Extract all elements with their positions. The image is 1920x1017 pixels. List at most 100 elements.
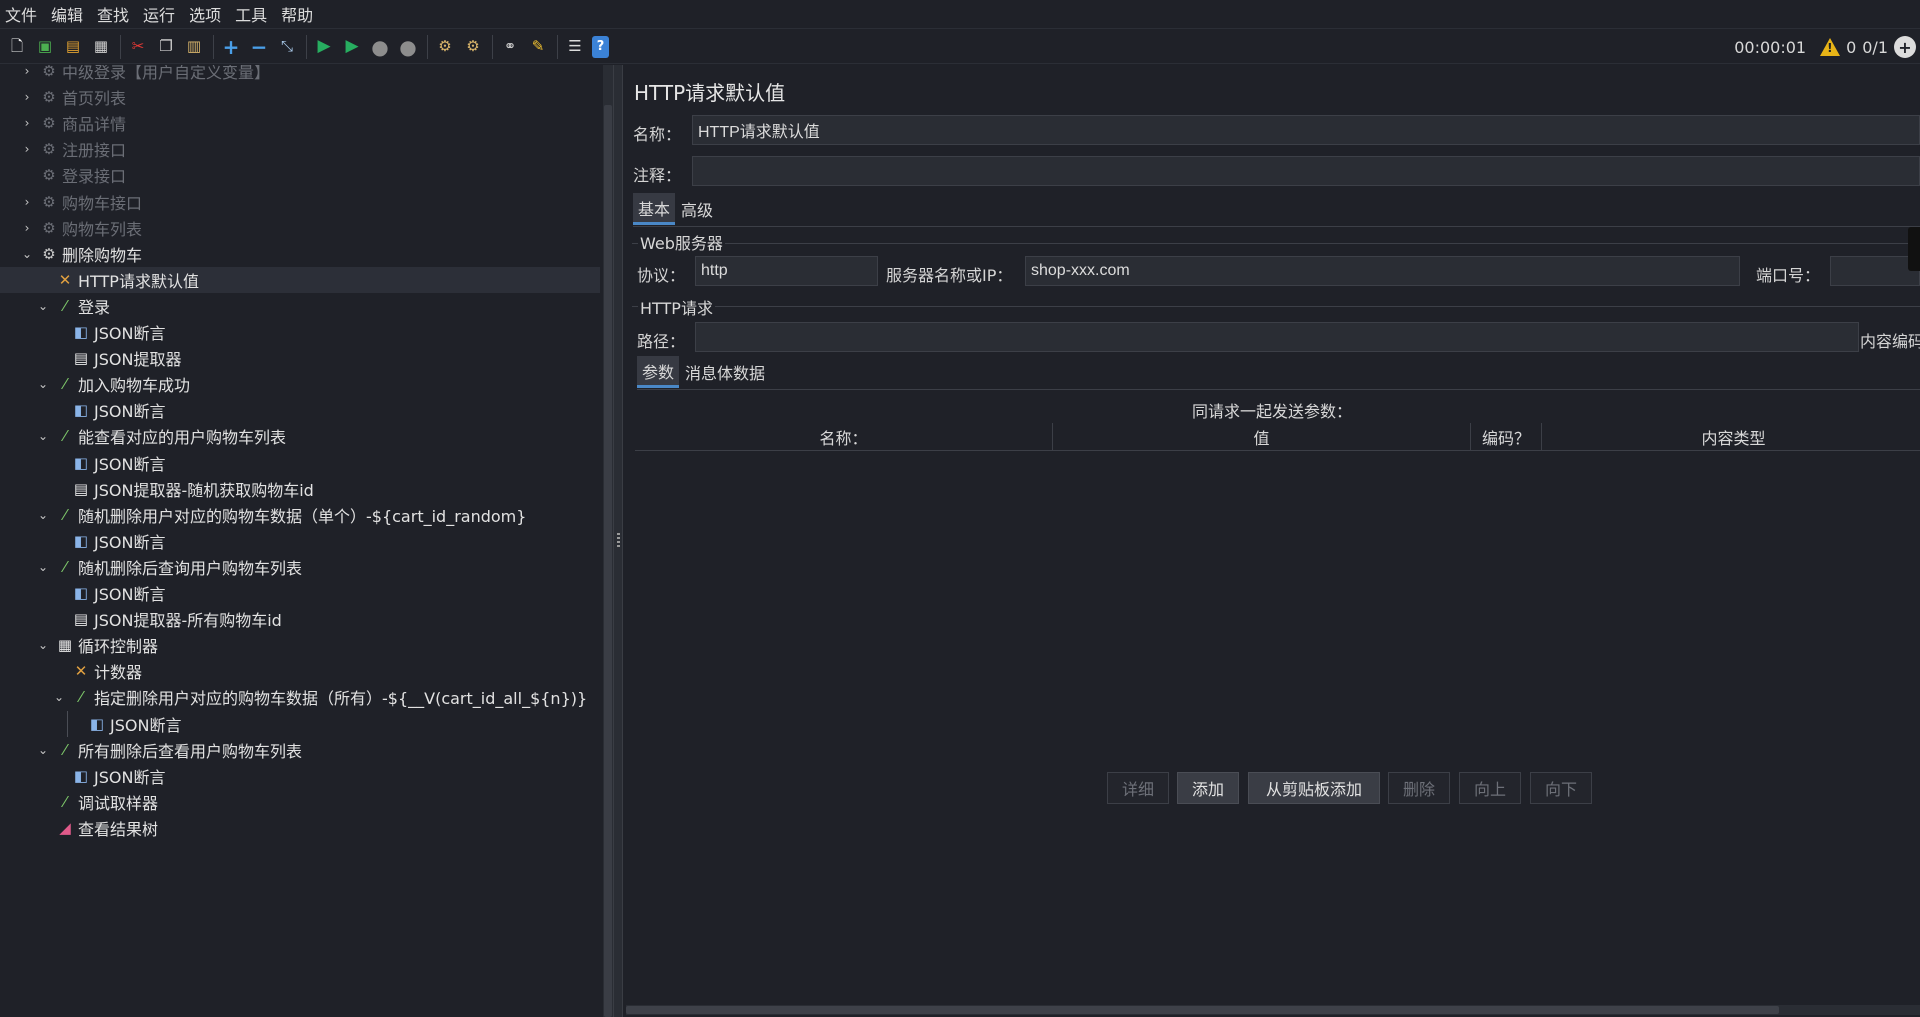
- tree-node[interactable]: ⌄ ⚙ 删除购物车: [0, 241, 600, 267]
- column-content-type[interactable]: 内容类型: [1542, 423, 1920, 451]
- tree-node[interactable]: ⌄ ▦ 循环控制器: [0, 632, 600, 658]
- tree-node[interactable]: ›◧JSON断言: [0, 763, 600, 789]
- shutdown-icon[interactable]: ●: [397, 36, 419, 58]
- chevron-down-icon[interactable]: ⌄: [36, 560, 50, 574]
- tree-node[interactable]: ›▤JSON提取器-所有购物车id: [0, 606, 600, 632]
- name-field[interactable]: HTTP请求默认值: [692, 115, 1920, 145]
- params-table-body[interactable]: [635, 452, 1920, 752]
- start-no-pause-icon[interactable]: ▶: [341, 36, 363, 58]
- chevron-right-icon[interactable]: ›: [20, 195, 34, 209]
- chevron-right-icon[interactable]: ›: [20, 221, 34, 235]
- tree-node[interactable]: ›◧JSON断言: [0, 580, 600, 606]
- chevron-right-icon[interactable]: ›: [20, 65, 34, 78]
- horizontal-scrollbar-thumb[interactable]: [626, 1006, 1779, 1014]
- tree-node[interactable]: ⌄ ⁄ 加入购物车成功: [0, 371, 600, 397]
- port-field[interactable]: [1830, 256, 1920, 286]
- chevron-right-icon[interactable]: ›: [20, 142, 34, 156]
- tree-node[interactable]: ›◢查看结果树: [0, 815, 600, 841]
- reset-search-icon[interactable]: ✎: [527, 36, 549, 58]
- column-encode[interactable]: 编码？: [1471, 423, 1542, 451]
- add-button[interactable]: 添加: [1177, 772, 1239, 804]
- menu-item-4[interactable]: 选项: [188, 2, 230, 26]
- tree-node[interactable]: ›✕HTTP请求默认值: [0, 266, 600, 293]
- warning-icon[interactable]: [1820, 38, 1841, 56]
- tree-node[interactable]: ⌄ ⁄ 指定删除用户对应的购物车数据（所有）-${__V(cart_id_all_$…: [0, 684, 600, 710]
- tree-node[interactable]: ›◧JSON断言: [0, 528, 600, 554]
- chevron-down-icon[interactable]: ⌄: [36, 377, 50, 391]
- protocol-field[interactable]: http: [695, 256, 878, 286]
- save-icon[interactable]: ▦: [90, 36, 112, 58]
- tree-node[interactable]: ›◧JSON断言: [0, 319, 600, 345]
- tree-node[interactable]: ⌄ ⁄ 所有删除后查看用户购物车列表: [0, 737, 600, 763]
- toggle-icon[interactable]: ⤡: [276, 36, 298, 58]
- new-icon[interactable]: 🗋: [6, 36, 28, 58]
- side-drawer-handle[interactable]: [1908, 227, 1920, 271]
- tab-basic[interactable]: 基本: [633, 193, 676, 225]
- clear-all-icon[interactable]: ⚙: [462, 36, 484, 58]
- detail-button[interactable]: 详细: [1107, 772, 1169, 804]
- menu-item-0[interactable]: 文件: [4, 2, 46, 26]
- chevron-down-icon[interactable]: ⌄: [36, 743, 50, 757]
- clear-icon[interactable]: ⚙: [434, 36, 456, 58]
- up-button[interactable]: 向上: [1459, 772, 1521, 804]
- search-icon[interactable]: ⚭: [499, 36, 521, 58]
- expand-icon[interactable]: +: [220, 36, 242, 58]
- cut-icon[interactable]: ✂: [127, 36, 149, 58]
- tab-advanced[interactable]: 高级: [676, 193, 718, 225]
- tree-node[interactable]: › ⚙ 首页列表: [0, 84, 600, 110]
- menu-item-1[interactable]: 编辑: [50, 2, 92, 26]
- tree-node[interactable]: › ⚙ 中级登录【用户自定义变量】: [0, 65, 600, 84]
- tree-node[interactable]: › ⚙ 注册接口: [0, 136, 600, 162]
- menu-item-3[interactable]: 运行: [142, 2, 184, 26]
- tree-node[interactable]: ⌄ ⁄ 随机删除后查询用户购物车列表: [0, 554, 600, 580]
- server-field[interactable]: shop-xxx.com: [1025, 256, 1740, 286]
- chevron-down-icon[interactable]: ⌄: [20, 247, 34, 261]
- tree-node[interactable]: › ⚙ 商品详情: [0, 110, 600, 136]
- function-helper-icon[interactable]: ☰: [564, 36, 586, 58]
- tab-parameters[interactable]: 参数: [637, 356, 680, 388]
- tree-node[interactable]: ›▤JSON提取器: [0, 345, 600, 371]
- horizontal-scrollbar[interactable]: [626, 1005, 1920, 1015]
- tree-node[interactable]: ›◧JSON断言: [0, 397, 600, 423]
- tree-node[interactable]: ›▤JSON提取器-随机获取购物车id: [0, 476, 600, 502]
- chevron-down-icon[interactable]: ⌄: [36, 299, 50, 313]
- remote-globe-icon[interactable]: +: [1894, 36, 1916, 58]
- tree-node[interactable]: › ⚙ 购物车接口: [0, 189, 600, 215]
- tree-node[interactable]: ›◧JSON断言: [0, 450, 600, 476]
- paste-icon[interactable]: ▥: [183, 36, 205, 58]
- tree-node[interactable]: ⌄ ⁄ 能查看对应的用户购物车列表: [0, 423, 600, 449]
- tree-node[interactable]: ⌄ ⁄ 登录: [0, 293, 600, 319]
- tab-body-data[interactable]: 消息体数据: [680, 356, 770, 388]
- tree-scrollbar[interactable]: [603, 65, 613, 1017]
- down-button[interactable]: 向下: [1530, 772, 1592, 804]
- tree-scrollbar-thumb[interactable]: [604, 105, 612, 1017]
- tree-node[interactable]: ⌄ ⁄ 随机删除用户对应的购物车数据（单个）-${cart_id_random}: [0, 502, 600, 528]
- splitter-grip[interactable]: [617, 533, 620, 547]
- chevron-down-icon[interactable]: ⌄: [52, 690, 66, 704]
- start-icon[interactable]: ▶: [313, 36, 335, 58]
- tree-node[interactable]: ›⚙登录接口: [0, 162, 600, 188]
- help-icon[interactable]: ?: [592, 35, 609, 58]
- column-name[interactable]: 名称：: [635, 423, 1053, 451]
- chevron-down-icon[interactable]: ⌄: [36, 429, 50, 443]
- menu-item-6[interactable]: 帮助: [280, 2, 322, 26]
- chevron-down-icon[interactable]: ⌄: [36, 508, 50, 522]
- column-value[interactable]: 值: [1053, 423, 1471, 451]
- menu-item-2[interactable]: 查找: [96, 2, 138, 26]
- comment-field[interactable]: [692, 156, 1920, 186]
- templates-icon[interactable]: ▣: [34, 36, 56, 58]
- menu-item-5[interactable]: 工具: [234, 2, 276, 26]
- path-field[interactable]: [695, 322, 1859, 352]
- panel-splitter[interactable]: [613, 65, 623, 1017]
- chevron-right-icon[interactable]: ›: [20, 90, 34, 104]
- open-icon[interactable]: ▤: [62, 36, 84, 58]
- copy-icon[interactable]: ❐: [155, 36, 177, 58]
- add-from-clipboard-button[interactable]: 从剪贴板添加: [1248, 772, 1380, 804]
- stop-icon[interactable]: ●: [369, 36, 391, 58]
- tree-node[interactable]: ›◧JSON断言: [0, 711, 600, 737]
- delete-button[interactable]: 删除: [1388, 772, 1450, 804]
- tree-node[interactable]: ›⁄调试取样器: [0, 789, 600, 815]
- chevron-down-icon[interactable]: ⌄: [36, 638, 50, 652]
- tree-node[interactable]: › ⚙ 购物车列表: [0, 215, 600, 241]
- collapse-icon[interactable]: −: [248, 36, 270, 58]
